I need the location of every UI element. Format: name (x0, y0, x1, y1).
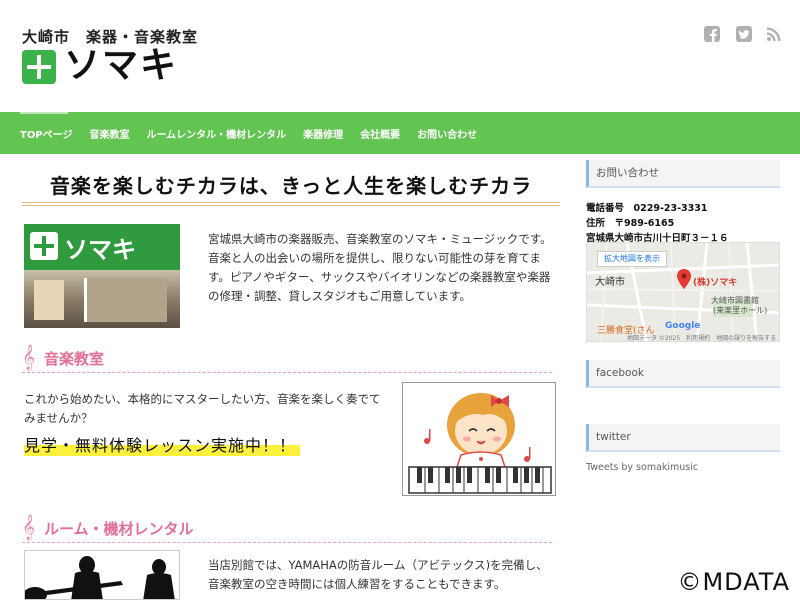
logo-cross-icon[interactable] (22, 50, 56, 84)
rss-icon[interactable] (766, 26, 782, 42)
section-title-lesson: 音楽教室 (44, 350, 105, 368)
nav-item-top[interactable]: TOPページ (20, 126, 72, 141)
shop-front-photo: ソマキ (24, 224, 180, 328)
widget-title-contact: お問い合わせ (586, 160, 780, 188)
section-header-lesson: 𝄞 音楽教室 (22, 344, 552, 373)
shop-window (24, 270, 180, 328)
section-title-rental: ルーム・機材レンタル (44, 520, 194, 538)
watermark: ©MDATA (677, 568, 790, 596)
intro-text: 宮城県大崎市の楽器販売、音楽教室のソマキ・ミュージックです。音楽と人の出会いの場… (208, 232, 552, 303)
facebook-icon[interactable] (704, 26, 720, 42)
map-pin-icon[interactable] (677, 269, 691, 289)
piano-girl-illustration (402, 382, 556, 496)
band-silhouette-image (24, 550, 180, 600)
map-footer[interactable]: 地図データ ©2025 利用規約 地図の誤りを報告する (627, 333, 776, 341)
shop-sign-text: ソマキ (64, 236, 136, 264)
treble-clef-icon: 𝄞 (22, 345, 36, 370)
widget-title-facebook: facebook (586, 360, 780, 388)
site-header: 大崎市 楽器・音楽教室 ソマキ (0, 0, 800, 112)
twitter-timeline-link[interactable]: Tweets by somakimusic (586, 462, 698, 473)
embedded-map[interactable]: 拡大地図を表示 大崎市 (株)ソマキ 大崎市図書館 (来楽里ホール) 三勝食堂(… (586, 242, 780, 342)
shop-sign-cross-icon (30, 232, 58, 260)
nav-item-company[interactable]: 会社概要 (360, 126, 400, 141)
nav-item-repair[interactable]: 楽器修理 (303, 126, 343, 141)
map-shop-label: (株)ソマキ (693, 278, 738, 288)
main-content: 音楽を楽しむチカラは、きっと人生を楽しむチカラ ソマキ 宮城県大崎市の楽器販売、… (22, 154, 562, 600)
sidebar: お問い合わせ 電話番号 0229-23-3331 住所 〒989-6165 宮城… (586, 154, 780, 600)
contact-postal: 住所 〒989-6165 (586, 218, 675, 229)
treble-clef-icon: 𝄞 (22, 515, 36, 540)
map-hall-label: (来楽里ホール) (713, 306, 768, 315)
hero-divider (22, 202, 560, 206)
nav-item-rental[interactable]: ルームレンタル・機材レンタル (146, 126, 286, 141)
contact-phone[interactable]: 電話番号 0229-23-3331 (586, 200, 708, 214)
rental-text: 当店別館では、YAMAHAの防音ルーム（アビテックス)を完備し、音楽教室の空き時… (208, 558, 548, 591)
map-enlarge-button[interactable]: 拡大地図を表示 (597, 251, 667, 267)
map-area-label: 大崎市 (595, 277, 625, 288)
twitter-icon[interactable] (736, 26, 752, 42)
section-header-rental: 𝄞 ルーム・機材レンタル (22, 514, 552, 543)
nav-item-music-school[interactable]: 音楽教室 (89, 126, 129, 141)
shop-sign: ソマキ (24, 224, 180, 270)
lesson-highlight[interactable]: 見学・無料体験レッスン実施中！！ (24, 432, 301, 456)
hero-title: 音楽を楽しむチカラは、きっと人生を楽しむチカラ (49, 174, 533, 198)
google-logo: Google (665, 321, 701, 331)
nav-item-contact[interactable]: お問い合わせ (417, 126, 477, 141)
lesson-text: これから始めたい、本格的にマスターしたい方、音楽を楽しく奏でてみませんか？ (24, 392, 381, 425)
section-divider (22, 542, 552, 543)
widget-title-twitter: twitter (586, 424, 780, 452)
nav-menu: TOPページ 音楽教室 ルームレンタル・機材レンタル 楽器修理 会社概要 お問い… (20, 112, 477, 154)
site-logo[interactable]: ソマキ (64, 44, 178, 88)
section-divider (22, 372, 552, 373)
